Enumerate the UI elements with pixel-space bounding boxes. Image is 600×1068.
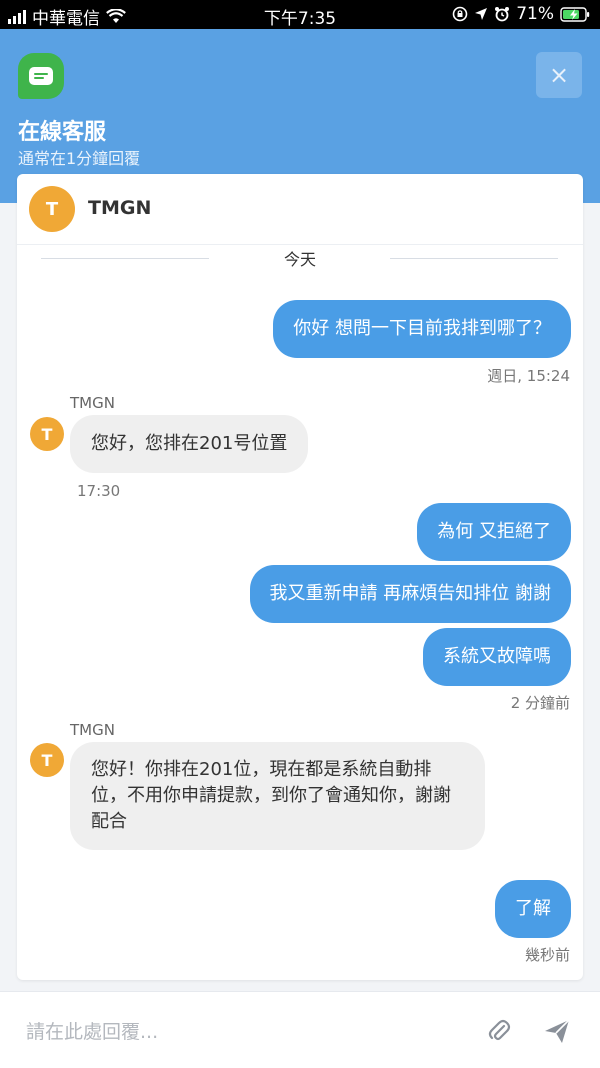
chat-logo-icon <box>18 53 64 99</box>
paperclip-icon <box>488 1019 511 1041</box>
attach-button[interactable] <box>484 1016 514 1046</box>
send-button[interactable] <box>542 1016 572 1046</box>
agent-avatar-small: T <box>30 743 64 777</box>
battery-percent: 71% <box>516 4 554 24</box>
location-icon <box>475 8 488 20</box>
header-title: 在線客服 <box>18 120 107 145</box>
battery-charging-icon <box>560 6 590 22</box>
message-time: 17:30 <box>77 482 121 500</box>
header-subtitle: 通常在1分鐘回覆 <box>18 149 141 168</box>
message-time: 2 分鐘前 <box>510 694 570 712</box>
status-bar: 中華電信 下午7:35 71% <box>0 0 600 29</box>
day-divider-right <box>390 258 558 259</box>
message-incoming[interactable]: 您好！你排在201位，現在都是系統自動排位，不用你申請提款，到你了會通知你，謝謝… <box>70 742 485 850</box>
message-outgoing[interactable]: 為何 又拒絕了 <box>417 503 571 561</box>
agent-avatar-small: T <box>30 417 64 451</box>
composer <box>0 991 600 1068</box>
message-sender: TMGN <box>70 721 115 739</box>
chat-window[interactable]: T TMGN 今天 你好 想問一下目前我排到哪了？ 週日, 15:24 TMGN… <box>17 174 583 980</box>
agent-bar: T TMGN <box>17 174 583 245</box>
message-incoming[interactable]: 您好，您排在201号位置 <box>70 415 309 473</box>
message-outgoing[interactable]: 系統又故障嗎 <box>423 628 571 686</box>
message-sender: TMGN <box>70 394 115 412</box>
agent-avatar: T <box>29 186 75 232</box>
agent-name: TMGN <box>88 197 152 219</box>
message-outgoing[interactable]: 我又重新申請 再麻煩告知排位 謝謝 <box>249 565 571 623</box>
message-outgoing[interactable]: 你好 想問一下目前我排到哪了？ <box>273 300 571 358</box>
message-time: 幾秒前 <box>524 946 570 964</box>
close-button[interactable]: × <box>536 52 582 98</box>
alarm-icon <box>495 7 510 22</box>
message-outgoing[interactable]: 了解 <box>495 880 571 938</box>
send-icon <box>545 1019 570 1043</box>
reply-input[interactable] <box>24 1014 458 1050</box>
rotation-lock-icon <box>452 6 468 22</box>
message-time: 週日, 15:24 <box>487 367 570 385</box>
